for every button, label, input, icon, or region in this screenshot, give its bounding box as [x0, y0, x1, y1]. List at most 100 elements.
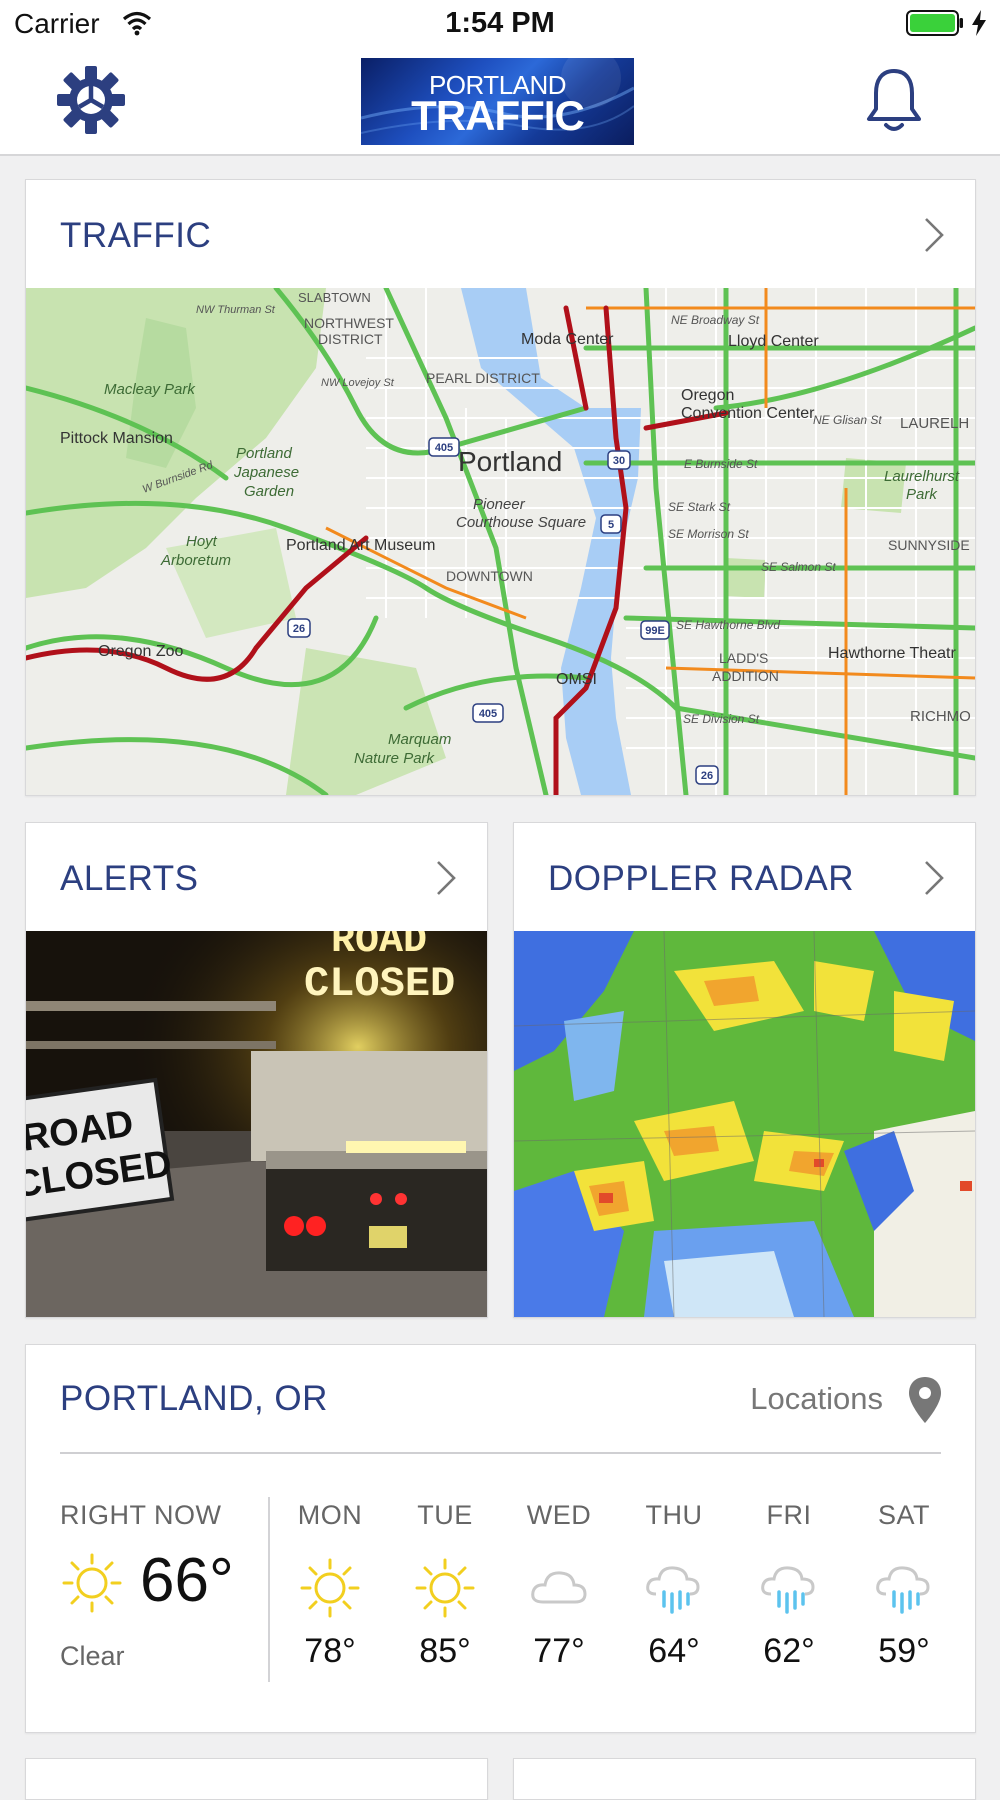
charging-bolt-icon: [972, 10, 986, 36]
clock: 1:54 PM: [445, 7, 555, 39]
map-label: LADD'S: [719, 650, 768, 666]
map-label: DOWNTOWN: [446, 568, 533, 584]
forecast-day-name: THU: [645, 1500, 703, 1530]
traffic-title: TRAFFIC: [60, 216, 212, 255]
map-label: Macleay Park: [104, 381, 196, 398]
next-card-left[interactable]: [25, 1758, 488, 1800]
map-label: NE Glisan St: [813, 413, 882, 427]
shield-405b: 405: [479, 708, 497, 720]
forecast-temperature: 77°: [533, 1632, 585, 1670]
map-label: Portland: [458, 446, 562, 477]
chevron-right-icon: [925, 218, 944, 252]
traffic-card-header[interactable]: TRAFFIC: [26, 180, 975, 289]
traffic-map[interactable]: 405 30 5 26 99E 405 26 SLABTOWN NW Thurm…: [26, 288, 975, 795]
map-label: E Burnside St: [684, 457, 758, 471]
shield-99e: 99E: [645, 625, 665, 637]
doppler-radar-card[interactable]: DOPPLER RADAR: [513, 822, 976, 1318]
rain-icon: [876, 1566, 930, 1614]
location-pin-icon[interactable]: [905, 1375, 945, 1425]
divider: [60, 1452, 941, 1454]
forecast-day: MON 78°: [280, 1500, 380, 1671]
alerts-title: ALERTS: [60, 859, 199, 898]
alerts-card[interactable]: ALERTS ROAD CLOSED ROAD CLOSED: [25, 822, 488, 1318]
forecast-temperature: 78°: [304, 1632, 356, 1670]
map-label: Hoyt: [186, 533, 218, 550]
map-label: SE Stark St: [668, 500, 731, 514]
rain-icon: [646, 1566, 700, 1614]
map-label: Convention Center: [681, 405, 815, 422]
map-label: NORTHWEST: [304, 315, 394, 331]
sun-icon: [62, 1553, 122, 1613]
vertical-divider: [268, 1497, 270, 1682]
led-board-text-2: CLOSED: [304, 960, 455, 1008]
map-label: NE Broadway St: [671, 313, 760, 327]
map-label: NW Thurman St: [196, 304, 276, 316]
alerts-card-header[interactable]: ALERTS: [26, 823, 487, 932]
map-label: RICHMO: [910, 708, 971, 725]
map-label: Japanese: [233, 464, 299, 481]
chevron-right-icon: [925, 861, 944, 895]
forecast-day: FRI 62°: [739, 1500, 839, 1671]
map-label: Garden: [244, 483, 294, 500]
forecast-temperature: 64°: [648, 1632, 700, 1670]
app-header: PORTLAND TRAFFIC: [0, 50, 1000, 156]
map-label: PEARL DISTRICT: [426, 370, 540, 386]
chevron-right-icon: [437, 861, 456, 895]
current-condition: Clear: [60, 1641, 125, 1671]
map-label: Portland Art Museum: [286, 537, 435, 554]
shield-26a: 26: [293, 623, 305, 635]
forecast-temperature: 85°: [419, 1632, 471, 1670]
map-label: ADDITION: [712, 668, 779, 684]
status-bar: Carrier 1:54 PM: [0, 0, 1000, 50]
map-label: Pittock Mansion: [60, 430, 173, 447]
radar-map-graphic: [514, 931, 975, 1317]
alerts-photo[interactable]: ROAD CLOSED ROAD CLOSED: [26, 931, 487, 1317]
map-label: SUNNYSIDE: [888, 537, 970, 553]
radar-card-header[interactable]: DOPPLER RADAR: [514, 823, 975, 932]
portland-traffic-logo: PORTLAND TRAFFIC: [361, 58, 634, 145]
locations-link[interactable]: Locations: [750, 1381, 883, 1417]
forecast-temperature: 59°: [878, 1632, 930, 1670]
shield-405a: 405: [435, 442, 453, 454]
map-label: Marquam: [388, 731, 451, 748]
forecast-day-name: MON: [297, 1500, 363, 1530]
gear-icon[interactable]: [56, 65, 126, 135]
forecast-day-name: WED: [526, 1500, 592, 1530]
bell-icon[interactable]: [865, 67, 923, 135]
forecast-day: SAT 59°: [854, 1500, 954, 1671]
map-label: Oregon: [681, 387, 734, 404]
location-title: PORTLAND, OR: [60, 1379, 328, 1418]
next-card-right[interactable]: [513, 1758, 976, 1800]
cloud-icon: [531, 1571, 587, 1604]
forecast-day-name: SAT: [877, 1500, 930, 1530]
shield-5: 5: [608, 519, 614, 531]
map-label: Nature Park: [354, 750, 436, 767]
shield-26b: 26: [701, 770, 713, 782]
forecast-day: THU 64°: [624, 1500, 724, 1671]
forecast-temperature: 62°: [763, 1632, 815, 1670]
map-label: Park: [906, 486, 938, 503]
map-label: Pioneer: [473, 496, 526, 513]
map-label: LAURELH: [900, 415, 969, 432]
map-label: NW Lovejoy St: [321, 377, 395, 389]
logo-word: TRAFFIC: [411, 92, 585, 139]
forecast-day: TUE 85°: [395, 1500, 495, 1671]
traffic-map-graphic: 405 30 5 26 99E 405 26 SLABTOWN NW Thurm…: [26, 288, 975, 795]
map-label: Moda Center: [521, 331, 614, 348]
map-label: Courthouse Square: [456, 514, 586, 531]
map-label: Oregon Zoo: [98, 643, 183, 660]
map-label: SLABTOWN: [298, 290, 371, 305]
right-now-label: RIGHT NOW: [60, 1500, 222, 1530]
battery-icon: [906, 10, 963, 36]
map-label: Hawthorne Theatr: [828, 645, 956, 662]
map-label: SE Salmon St: [761, 560, 836, 574]
forecast-day-name: TUE: [417, 1500, 473, 1530]
traffic-card[interactable]: TRAFFIC 405 30 5 26 99E 405 26 SLABTOWN …: [25, 179, 976, 796]
radar-image[interactable]: [514, 931, 975, 1317]
map-label: SE Hawthorne Blvd: [676, 618, 780, 632]
map-label: Laurelhurst: [884, 468, 960, 485]
forecast-day: WED 77°: [509, 1500, 609, 1671]
map-label: SE Division St: [683, 712, 760, 726]
road-closed-photo: ROAD CLOSED ROAD CLOSED: [26, 931, 487, 1317]
map-label: DISTRICT: [318, 331, 383, 347]
